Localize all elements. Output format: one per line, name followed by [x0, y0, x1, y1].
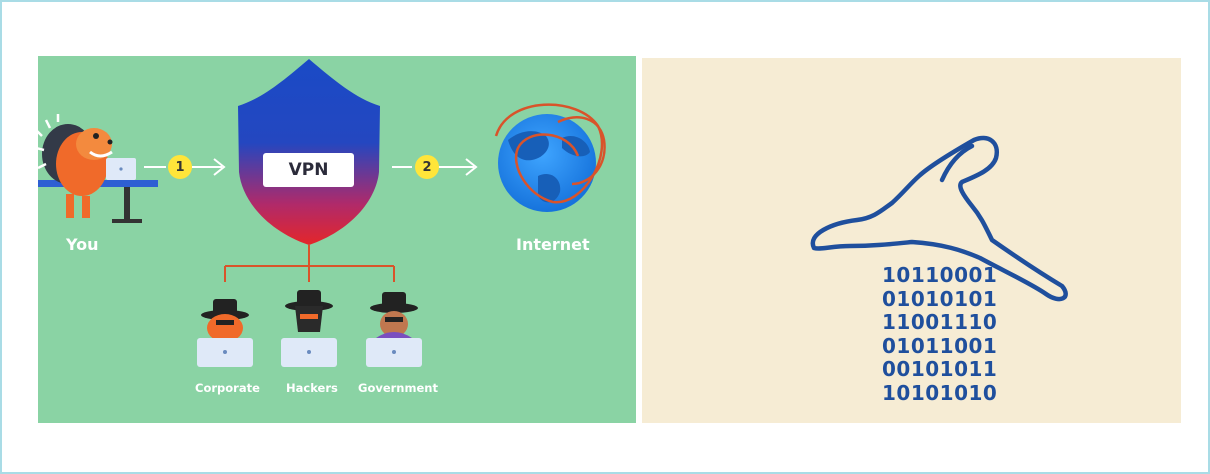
hackers-label: Hackers: [286, 381, 338, 395]
corporate-observer-icon: [197, 299, 253, 367]
binary-line: 10101010: [882, 380, 998, 405]
binary-line: 01011001: [882, 333, 998, 358]
hackers-observer-icon: [281, 290, 337, 367]
vpn-label: VPN: [263, 153, 354, 187]
vpn-shield-icon: [238, 59, 380, 245]
rabbit-binary-panel: 10110001 01010101 11001110 01011001 0010…: [642, 58, 1181, 423]
binary-line: 10110001: [882, 263, 998, 287]
binary-line: 00101011: [882, 357, 998, 381]
binary-code-block: 10110001 01010101 11001110 01011001 0010…: [882, 263, 998, 405]
observer-connectors: [224, 245, 395, 282]
binary-line: 11001110: [882, 310, 998, 334]
hedgehog-icon: [38, 114, 113, 218]
binary-line: 01010101: [882, 286, 998, 311]
you-label: You: [66, 235, 99, 254]
corporate-label: Corporate: [195, 381, 260, 395]
step-2-badge: 2: [415, 155, 439, 179]
vpn-diagram-panel: VPN 1 2 You Internet Corporate Hackers G…: [38, 56, 636, 423]
step-1-badge: 1: [168, 155, 192, 179]
image-frame: VPN 1 2 You Internet Corporate Hackers G…: [0, 0, 1210, 474]
government-observer-icon: [366, 292, 422, 367]
laptop-icon: [106, 158, 136, 180]
globe-icon: [494, 103, 606, 212]
internet-label: Internet: [516, 235, 590, 254]
government-label: Government: [358, 381, 438, 395]
